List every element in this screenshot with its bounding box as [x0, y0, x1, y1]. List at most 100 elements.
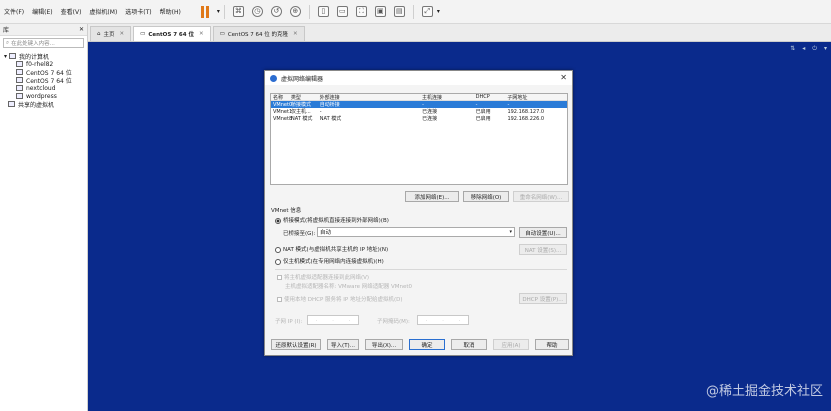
checkbox-label: 使用本地 DHCP 服务将 IP 地址分配给虚拟机(D): [284, 297, 403, 303]
close-icon[interactable]: ✕: [79, 26, 84, 33]
tab-home[interactable]: ⌂ 主页 ✕: [90, 26, 132, 41]
library-header: 库 ✕: [0, 24, 87, 36]
apply-button[interactable]: 应用(A): [493, 339, 529, 350]
library-search-input[interactable]: ⌕ 在此处键入内容...: [3, 38, 84, 48]
network-editor-icon: [270, 74, 277, 82]
vm-icon: ▭: [219, 31, 225, 37]
dialog-title: 虚拟网络编辑器: [281, 75, 324, 83]
radio-icon: [275, 258, 281, 265]
menu-view[interactable]: 查看(V): [61, 7, 82, 16]
host-adapter-checkbox[interactable]: 将主机虚拟适配器连接到此网络(V): [277, 273, 369, 281]
host-adapter-name: 主机虚拟适配器名称: VMware 网络适配器 VMnet0: [285, 284, 413, 290]
column-header[interactable]: 外部连接: [320, 94, 422, 101]
search-icon: ⌕: [6, 39, 10, 46]
tab-centos[interactable]: ▭ CentOS 7 64 位 ✕: [133, 26, 211, 41]
tree-label: 我的计算机: [19, 53, 50, 61]
close-tab-icon[interactable]: ✕: [120, 31, 125, 37]
show-library-icon[interactable]: ▯: [317, 6, 329, 17]
tree-shared-vms[interactable]: 共享的虚拟机: [4, 100, 87, 109]
cancel-button[interactable]: 取消: [451, 339, 487, 350]
stretch-guest-icon[interactable]: ⤢: [421, 6, 433, 17]
rename-network-button[interactable]: 重命名网络(W)...: [513, 191, 569, 202]
power-icon[interactable]: ⏻: [812, 45, 817, 53]
revert-snapshot-icon[interactable]: ↺: [270, 6, 282, 17]
snapshot-manager-icon[interactable]: ⊕: [289, 6, 301, 17]
tab-label: CentOS 7 64 位: [148, 32, 195, 38]
window-controls: ⇅ ◂ ⏻ ▾: [790, 45, 827, 53]
tree-vm-item[interactable]: CentOS 7 64 位: [4, 76, 87, 85]
thumbnail-bar-icon[interactable]: ▭: [336, 6, 348, 17]
table-cell: 192.168.226.0: [507, 115, 545, 122]
snapshot-icon[interactable]: ◷: [251, 6, 263, 17]
vm-icon: [16, 69, 23, 75]
tree-label: nextcloud: [26, 84, 56, 92]
tree-my-computer[interactable]: ▾ 我的计算机: [4, 52, 87, 61]
restore-defaults-button[interactable]: 还原默认设置(R): [271, 339, 321, 350]
host-only-radio[interactable]: 仅主机模式(在专用网络内连接虚拟机)(H): [275, 257, 384, 265]
dialog-titlebar: 虚拟网络编辑器 ✕: [265, 71, 572, 85]
help-button[interactable]: 帮助: [535, 339, 569, 350]
table-cell: 已启用: [475, 109, 491, 115]
remove-network-button[interactable]: 移除网络(O): [463, 191, 509, 202]
nat-settings-button[interactable]: NAT 设置(S)...: [519, 244, 567, 255]
fullscreen-icon[interactable]: ⛶: [355, 6, 367, 17]
close-tab-icon[interactable]: ✕: [199, 31, 204, 37]
tree-vm-item[interactable]: nextcloud: [4, 84, 87, 92]
pause-icon[interactable]: [200, 5, 211, 18]
menu-vm[interactable]: 虚拟机(M): [89, 7, 117, 16]
column-header[interactable]: 主机连接: [422, 94, 476, 101]
console-view-icon[interactable]: ▤: [393, 6, 405, 17]
menu-edit[interactable]: 编辑(E): [32, 7, 52, 16]
close-tab-icon[interactable]: ✕: [293, 31, 298, 37]
table-cell: -: [475, 101, 478, 108]
table-cell: 已启用: [475, 116, 491, 122]
subnet-mask-input[interactable]: ...: [417, 315, 469, 325]
bridged-radio[interactable]: 桥接模式(将虚拟机直接连接到外部网络)(B): [275, 216, 389, 224]
vm-icon: [16, 93, 23, 99]
chevron-down-icon: ▾: [509, 229, 512, 235]
expand-icon[interactable]: ▾: [4, 53, 7, 60]
column-header[interactable]: DHCP: [476, 94, 508, 100]
network-icon[interactable]: ⇅: [790, 45, 795, 53]
toolbar: ▾ ⌘ ◷ ↺ ⊕ ▯ ▭ ⛶ ▣ ▤ ⤢ ▾: [195, 4, 440, 19]
dropdown-arrow-icon[interactable]: ▾: [217, 8, 220, 15]
column-header[interactable]: 名称: [271, 94, 291, 101]
volume-icon[interactable]: ◂: [802, 45, 805, 53]
dropdown-arrow-icon[interactable]: ▾: [437, 8, 440, 15]
chevron-down-icon[interactable]: ▾: [824, 45, 827, 53]
table-cell: 192.168.127.0: [507, 108, 545, 115]
send-keys-icon[interactable]: ⌘: [232, 6, 244, 17]
toolbar-separator: [223, 4, 225, 19]
column-header[interactable]: 子网地址: [507, 94, 567, 101]
dhcp-checkbox[interactable]: 使用本地 DHCP 服务将 IP 地址分配给虚拟机(D): [277, 295, 403, 303]
add-network-button[interactable]: 添加网络(E)...: [405, 191, 459, 202]
menu-file[interactable]: 文件(F): [4, 7, 24, 16]
bridged-to-select[interactable]: 自动 ▾: [317, 227, 515, 237]
export-button[interactable]: 导出(X)...: [365, 339, 403, 350]
menu-tabs[interactable]: 选项卡(T): [125, 7, 151, 16]
tab-centos-clone[interactable]: ▭ CentOS 7 64 位 的克隆 ✕: [212, 26, 305, 41]
ok-button[interactable]: 确定: [409, 339, 445, 350]
close-icon[interactable]: ✕: [560, 73, 567, 82]
nat-radio[interactable]: NAT 模式(与虚拟机共享主机的 IP 地址)(N): [275, 245, 388, 253]
unity-icon[interactable]: ▣: [374, 6, 386, 17]
table-row[interactable]: VMnet0 桥接模式 自动桥接 - - -: [271, 101, 567, 108]
checkbox-label: 将主机虚拟适配器连接到此网络(V): [284, 275, 370, 281]
subnet-ip-input[interactable]: ...: [307, 315, 359, 325]
table-cell: VMnet8: [273, 115, 293, 122]
table-row[interactable]: VMnet8 NAT 模式 NAT 模式 已连接 已启用 192.168.226…: [271, 115, 567, 123]
tab-label: 主页: [103, 32, 115, 38]
bridged-to-label: 已桥接至(G):: [283, 231, 316, 237]
library-title: 库: [3, 27, 10, 34]
table-row[interactable]: VMnet1 仅主机... - 已连接 已启用 192.168.127.0: [271, 108, 567, 116]
menu-bar: 文件(F) 编辑(E) 查看(V) 虚拟机(M) 选项卡(T) 帮助(H) ▾ …: [0, 0, 831, 24]
dhcp-settings-button[interactable]: DHCP 设置(P)...: [519, 293, 567, 304]
auto-settings-button[interactable]: 自动设置(U)...: [519, 227, 567, 238]
tree-label: CentOS 7 64 位: [26, 77, 72, 85]
menu-help[interactable]: 帮助(H): [160, 7, 181, 16]
import-button[interactable]: 导入(T)...: [327, 339, 359, 350]
divider: [275, 269, 567, 270]
table-cell: 已连接: [422, 109, 438, 115]
table-header: 名称 类型 外部连接 主机连接 DHCP 子网地址: [271, 94, 567, 101]
column-header[interactable]: 类型: [291, 94, 320, 101]
